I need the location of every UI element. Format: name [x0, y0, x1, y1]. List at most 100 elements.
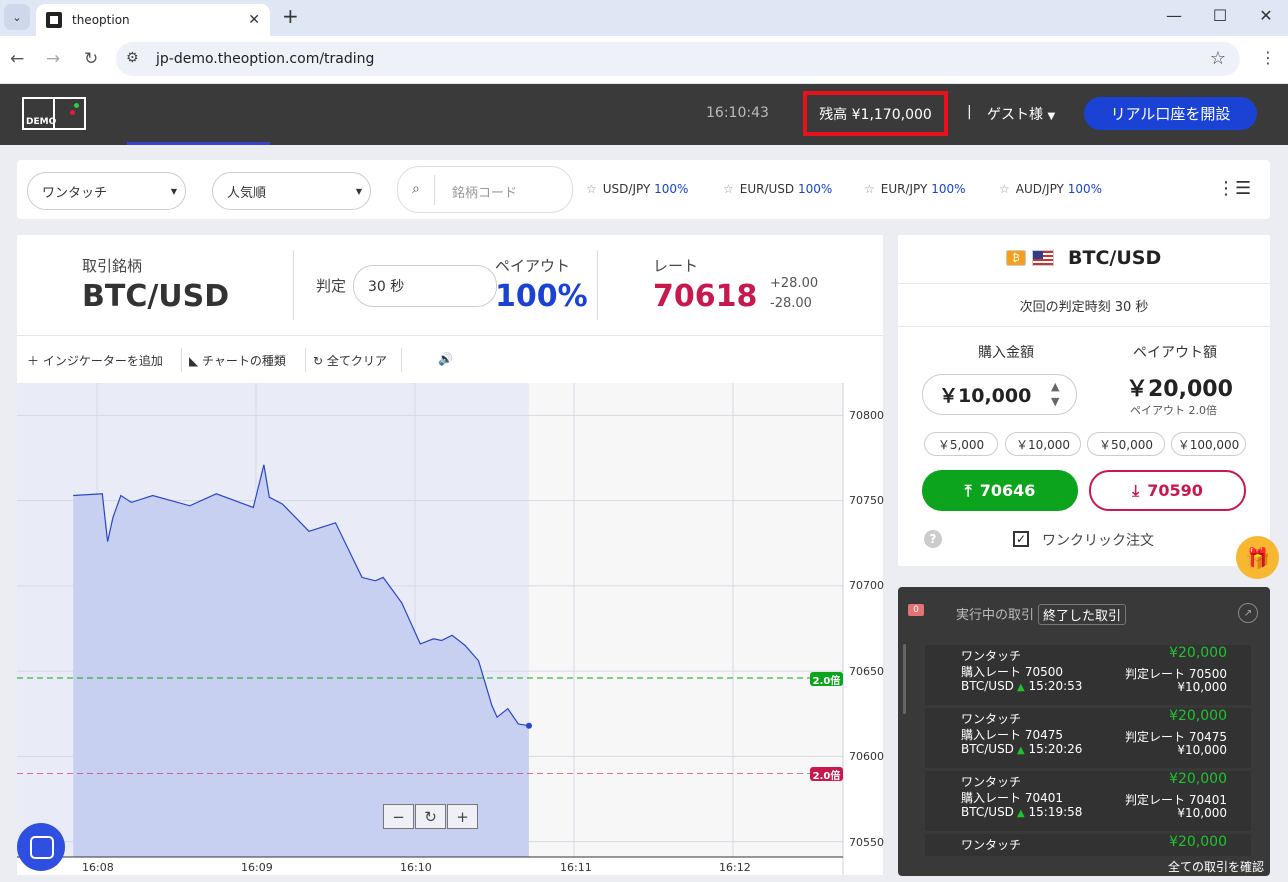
add-indicator-button[interactable]: ＋ インジケーターを追加 — [27, 352, 163, 369]
clear-all-button[interactable]: ↻ 全てクリア — [313, 352, 387, 369]
amount-chip-5000[interactable]: ￥5,000 — [924, 432, 998, 456]
gift-icon[interactable]: 🎁 — [1236, 536, 1279, 579]
chart-type-button[interactable]: ◣ チャートの種類 — [189, 352, 286, 369]
down-arrow-icon: ⤓ — [1132, 480, 1140, 500]
favorite-audjpy[interactable]: ☆ AUD/JPY 100% — [999, 182, 1102, 196]
star-icon[interactable]: ☆ — [864, 182, 875, 196]
list-menu-icon[interactable]: ⋮☰ — [1217, 178, 1251, 199]
star-icon[interactable]: ☆ — [723, 182, 734, 196]
tab-search-button[interactable]: ⌄ — [4, 4, 30, 30]
chat-icon[interactable] — [17, 823, 65, 871]
low-button[interactable]: ⤓ 70590 — [1089, 470, 1246, 511]
see-all-trades-link[interactable]: 全ての取引を確認 — [1168, 858, 1264, 875]
chart-toolbar: ＋ インジケーターを追加 ◣ チャートの種類 ↻ 全てクリア 🔊 — [17, 335, 883, 383]
trade-buy-rate: 購入レート 70475 — [961, 728, 1063, 742]
scrollbar[interactable] — [903, 644, 906, 714]
decrease-icon[interactable]: ▼ — [1051, 394, 1059, 409]
trade-row[interactable]: ワンタッチ 購入レート 70500 BTC/USD ▲ 15:20:53 ¥20… — [925, 645, 1251, 705]
high-button[interactable]: ⤒ 70646 — [922, 470, 1078, 511]
trade-row[interactable]: ワンタッチ ¥20,000 — [925, 834, 1251, 856]
plus-icon: ＋ — [27, 354, 43, 368]
logo-demo-text: DEMO — [26, 117, 57, 127]
logo-dot-icon — [70, 110, 75, 115]
external-link-icon[interactable]: ↗ — [1238, 603, 1258, 623]
minimize-icon[interactable]: — — [1154, 6, 1194, 25]
one-click-checkbox[interactable]: ✓ — [1013, 531, 1029, 547]
symbol-value: BTC/USD — [82, 279, 230, 314]
browser-tab[interactable]: theoption ✕ — [36, 4, 270, 36]
high-rate: 70646 — [979, 481, 1036, 500]
reload-icon[interactable]: ↻ — [84, 49, 98, 69]
trade-type-select[interactable]: ワンタッチ ▼ — [27, 172, 186, 210]
payout-amount-label: ペイアウト額 — [1133, 345, 1217, 361]
trade-payout: ¥20,000 — [1169, 771, 1227, 787]
amount-label: 購入金額 — [978, 345, 1034, 361]
judge-time-select[interactable]: 30 秒 — [353, 265, 497, 307]
trade-row[interactable]: ワンタッチ 購入レート 70475 BTC/USD ▲ 15:20:26 ¥20… — [925, 708, 1251, 768]
fav-pct: 100% — [654, 182, 689, 196]
trade-time-value: 15:19:58 — [1028, 805, 1083, 819]
fav-pct: 100% — [931, 182, 966, 196]
bitcoin-icon: ₿ — [1006, 250, 1026, 266]
divider — [181, 348, 182, 372]
trade-row[interactable]: ワンタッチ 購入レート 70401 BTC/USD ▲ 15:19:58 ¥20… — [925, 771, 1251, 831]
divider — [401, 348, 402, 372]
amount-chip-100000[interactable]: ￥100,000 — [1171, 432, 1246, 456]
rate-label: レート — [653, 257, 699, 275]
close-tab-icon[interactable]: ✕ — [248, 12, 260, 28]
zoom-in-button[interactable]: + — [447, 804, 478, 829]
trade-type: ワンタッチ — [961, 775, 1022, 789]
payout-label: ペイアウト — [495, 257, 571, 275]
search-icon: ⌕ — [412, 181, 420, 197]
star-icon[interactable]: ☆ — [586, 182, 597, 196]
site-info-icon[interactable]: ⚙ — [126, 50, 139, 66]
y-tick-label: 70650 — [849, 665, 884, 678]
search-divider — [434, 175, 435, 205]
chart-type-label: チャートの種類 — [202, 354, 286, 368]
amount-chip-50000[interactable]: ￥50,000 — [1087, 432, 1165, 456]
maximize-icon[interactable]: ☐ — [1200, 6, 1240, 25]
divider — [597, 250, 598, 320]
fav-pair: AUD/JPY — [1015, 182, 1064, 196]
favorite-eurjpy[interactable]: ☆ EUR/JPY 100% — [864, 182, 966, 196]
favorite-usdjpy[interactable]: ☆ USD/JPY 100% — [586, 182, 688, 196]
amount-chip-10000[interactable]: ￥10,000 — [1005, 432, 1081, 456]
help-icon[interactable]: ? — [924, 530, 942, 548]
back-icon[interactable]: ← — [10, 49, 24, 69]
order-pair-header: ₿ BTC/USD — [898, 235, 1270, 284]
lower-multiplier-tag: 2.0倍 — [810, 767, 843, 782]
price-chart[interactable]: 70800 70750 70700 70650 70600 70550 16:0… — [17, 383, 884, 875]
tab-finished-trades[interactable]: 終了した取引 — [1038, 604, 1127, 625]
open-real-account-button[interactable]: リアル口座を開設 — [1084, 97, 1257, 130]
trade-time: ▲ 15:20:26 — [1017, 742, 1082, 756]
sound-icon[interactable]: 🔊 — [438, 352, 453, 366]
caret-down-icon: ▼ — [355, 187, 362, 196]
fav-pair: EUR/USD — [739, 182, 795, 196]
trade-type: ワンタッチ — [961, 838, 1022, 852]
bookmark-star-icon[interactable]: ☆ — [1210, 48, 1226, 69]
trade-time-value: 15:20:26 — [1028, 742, 1083, 756]
tab-running-trades[interactable]: 実行中の取引 — [956, 604, 1034, 623]
zoom-out-button[interactable]: − — [383, 804, 414, 829]
star-icon[interactable]: ☆ — [999, 182, 1010, 196]
user-menu[interactable]: ゲスト様 ▼ — [987, 104, 1055, 124]
browser-menu-icon[interactable]: ⋮ — [1260, 48, 1276, 67]
increase-icon[interactable]: ▲ — [1051, 379, 1059, 394]
up-triangle-icon: ▲ — [1017, 682, 1025, 693]
caret-down-icon: ▼ — [1047, 111, 1056, 122]
price-chart-svg — [17, 383, 844, 875]
sort-select[interactable]: 人気順 ▼ — [212, 172, 371, 210]
judge-label: 判定 — [316, 277, 347, 295]
forward-icon[interactable]: → — [46, 49, 60, 69]
close-window-icon[interactable]: ✕ — [1246, 6, 1286, 25]
logo[interactable]: DEMO — [22, 97, 86, 130]
browser-toolbar: ← → ↻ ⚙ jp-demo.theoption.com/trading ☆ … — [0, 36, 1288, 84]
address-bar[interactable]: ⚙ jp-demo.theoption.com/trading ☆ — [116, 42, 1240, 76]
y-tick-label: 70800 — [849, 409, 884, 422]
symbol-search[interactable]: ⌕ 銘柄コード — [397, 166, 573, 213]
favorite-eurusd[interactable]: ☆ EUR/USD 100% — [723, 182, 832, 196]
new-tab-button[interactable]: + — [282, 4, 299, 28]
caret-down-icon: ▼ — [170, 187, 177, 196]
amount-stepper[interactable]: ▲ ▼ — [1051, 379, 1059, 409]
zoom-reset-button[interactable]: ↻ — [415, 804, 446, 829]
